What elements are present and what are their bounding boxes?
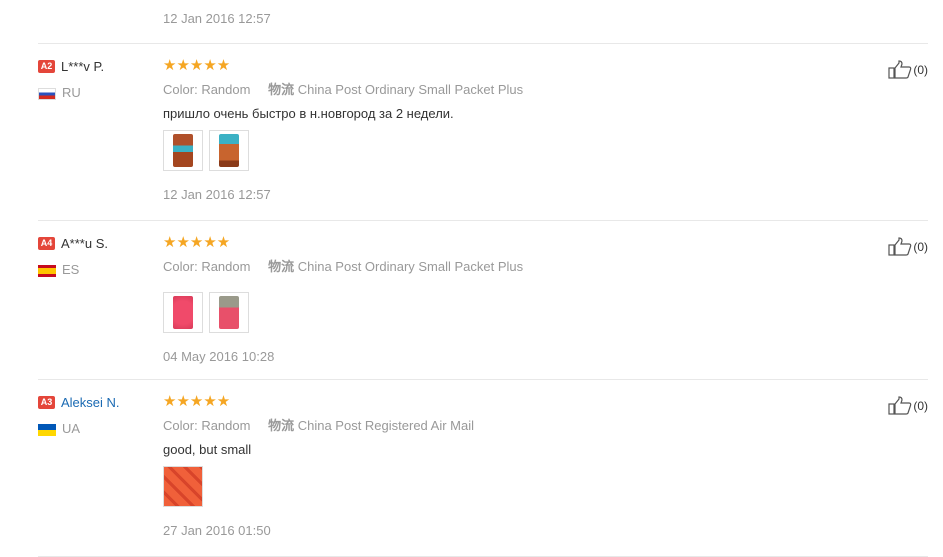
shipping-value: China Post Ordinary Small Packet Plus — [297, 259, 524, 274]
thumbs-up-icon — [888, 396, 912, 415]
helpful-button[interactable]: (0) — [888, 60, 928, 79]
shipping-label: 物流 — [268, 418, 295, 433]
review-content: ★★★★★ Color: Random 物流 China Post Ordina… — [163, 235, 823, 364]
review-comment: good, but small — [163, 442, 252, 457]
color-label: Color: — [163, 82, 198, 97]
rating-stars: ★★★★★ — [163, 234, 231, 251]
buyer-level-badge: A2 — [38, 60, 55, 74]
spain-flag-icon — [38, 264, 56, 277]
reviewer-name: L***v P. — [61, 59, 105, 75]
helpful-count: (0) — [913, 398, 928, 413]
order-info: Color: Random 物流 China Post Ordinary Sma… — [163, 256, 823, 275]
country-code: ES — [62, 262, 80, 277]
reviewer-info: A2 L***v P. RU — [38, 58, 158, 100]
color-value: Random — [201, 418, 251, 433]
shipping-label: 物流 — [268, 82, 295, 97]
rating-stars: ★★★★★ — [163, 393, 231, 410]
reviewer-country: ES — [38, 262, 158, 277]
reviewer-country: RU — [38, 85, 158, 100]
shipping-value: China Post Registered Air Mail — [297, 418, 475, 433]
review-item: A4 A***u S. ES ★★★★★ Color: Random 物流 Chi… — [38, 220, 928, 379]
reviewer-info: A4 A***u S. ES — [38, 235, 158, 277]
buyer-level-badge: A3 — [38, 396, 55, 410]
review-date: 12 Jan 2016 12:57 — [163, 187, 271, 202]
shipping-value: China Post Ordinary Small Packet Plus — [297, 82, 524, 97]
review-comment: пришло очень быстро в н.новгород за 2 не… — [163, 106, 454, 121]
thumbs-up-icon — [888, 237, 912, 256]
review-content: ★★★★★ Color: Random 物流 China Post Regist… — [163, 394, 823, 538]
country-code: RU — [62, 85, 81, 100]
thumbs-up-icon — [888, 60, 912, 79]
review-content: ★★★★★ Color: Random 物流 China Post Ordina… — [163, 58, 823, 202]
helpful-button[interactable]: (0) — [888, 237, 928, 256]
review-photo-thumbnail[interactable] — [209, 292, 249, 333]
review-item: A2 L***v P. RU ★★★★★ Color: Random 物流 Chi… — [38, 43, 928, 220]
review-photo-thumbnail[interactable] — [163, 292, 203, 333]
color-value: Random — [201, 82, 251, 97]
review-photo-thumbnail[interactable] — [163, 130, 203, 171]
buyer-level-badge: A4 — [38, 237, 55, 251]
order-info: Color: Random 物流 China Post Registered A… — [163, 415, 823, 434]
color-value: Random — [201, 259, 251, 274]
review-photo-thumbnail[interactable] — [209, 130, 249, 171]
order-info: Color: Random 物流 China Post Ordinary Sma… — [163, 79, 823, 98]
previous-review-date: 12 Jan 2016 12:57 — [163, 11, 271, 26]
color-label: Color: — [163, 418, 198, 433]
country-code: UA — [62, 421, 81, 436]
review-photos — [163, 292, 823, 335]
reviewer-name: A***u S. — [61, 236, 108, 252]
helpful-count: (0) — [913, 239, 928, 254]
review-date: 04 May 2016 10:28 — [163, 349, 275, 364]
review-photo-thumbnail[interactable] — [163, 466, 203, 507]
reviewer-info: A3 Aleksei N. UA — [38, 394, 158, 436]
reviewer-name-link[interactable]: Aleksei N. — [61, 395, 120, 410]
review-photos — [163, 130, 823, 173]
helpful-count: (0) — [913, 62, 928, 77]
rating-stars: ★★★★★ — [163, 57, 231, 74]
helpful-button[interactable]: (0) — [888, 396, 928, 415]
shipping-label: 物流 — [268, 259, 295, 274]
review-item: A3 Aleksei N. UA ★★★★★ Color: Random 物流 C… — [38, 379, 928, 557]
reviewer-country: UA — [38, 421, 158, 436]
review-date: 27 Jan 2016 01:50 — [163, 523, 271, 538]
ukraine-flag-icon — [38, 423, 56, 436]
color-label: Color: — [163, 259, 198, 274]
review-photos — [163, 466, 823, 509]
russia-flag-icon — [38, 87, 56, 100]
